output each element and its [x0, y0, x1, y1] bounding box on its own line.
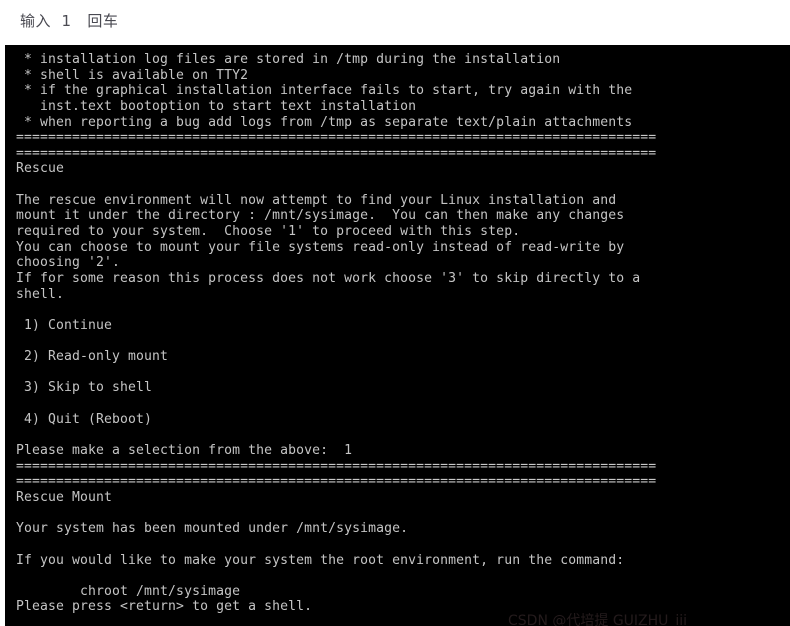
- terminal-line: 2) Read-only mount: [16, 349, 169, 365]
- terminal-line: choosing '2'.: [16, 255, 121, 271]
- terminal-line: Rescue Mount: [16, 489, 113, 505]
- terminal-line: inst.text bootoption to start text insta…: [16, 98, 417, 114]
- bottom-watermark-remnant: CSDN @代培提 GUIZHU_iii: [508, 613, 688, 626]
- terminal-line: You can choose to mount your file system…: [16, 239, 625, 255]
- terminal-line: * installation log files are stored in /…: [16, 52, 561, 67]
- terminal-line: required to your system. Choose '1' to p…: [16, 224, 521, 240]
- terminal-line: chroot /mnt/sysimage: [16, 583, 241, 599]
- terminal-line: ========================================…: [16, 474, 657, 490]
- terminal-line: Please make a selection from the above: …: [16, 443, 353, 459]
- terminal-screen[interactable]: * installation log files are stored in /…: [5, 45, 790, 626]
- terminal-line: * when reporting a bug add logs from /tm…: [16, 114, 633, 130]
- terminal-line: If you would like to make your system th…: [16, 552, 625, 568]
- terminal-line: Rescue: [16, 161, 65, 177]
- terminal-text-buffer: * installation log files are stored in /…: [16, 52, 786, 615]
- terminal-line: 4) Quit (Reboot): [16, 411, 153, 427]
- terminal-line: mount it under the directory : /mnt/sysi…: [16, 208, 625, 224]
- terminal-line: Your system has been mounted under /mnt/…: [16, 521, 409, 537]
- terminal-line: 3) Skip to shell: [16, 380, 153, 396]
- terminal-line: The rescue environment will now attempt …: [16, 192, 617, 208]
- terminal-line: ========================================…: [16, 145, 657, 161]
- terminal-line: * if the graphical installation interfac…: [16, 83, 633, 99]
- terminal-line: If for some reason this process does not…: [16, 270, 641, 286]
- screenshot-root: 输入 1 回车 * installation log files are sto…: [0, 0, 790, 626]
- annotation-bar: 输入 1 回车: [0, 0, 790, 45]
- terminal-line: * shell is available on TTY2: [16, 67, 249, 83]
- annotation-text: 输入 1 回车: [20, 12, 119, 30]
- terminal-line: shell.: [16, 286, 65, 302]
- terminal-line: 1) Continue: [16, 317, 113, 333]
- terminal-line: ========================================…: [16, 458, 657, 474]
- terminal-line: ========================================…: [16, 130, 657, 146]
